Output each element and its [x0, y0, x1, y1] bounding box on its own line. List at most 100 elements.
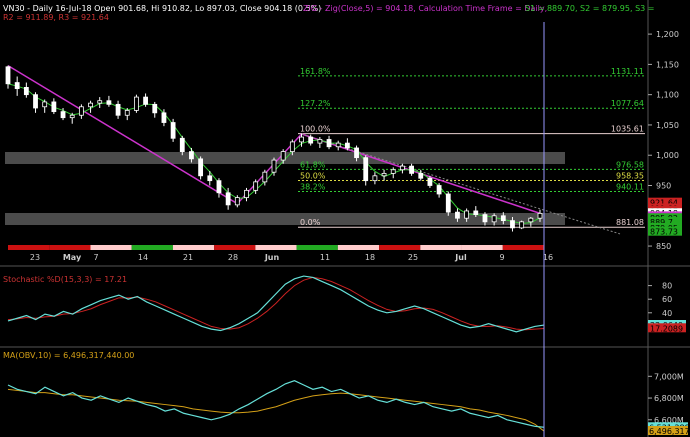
- candle-body: [216, 180, 222, 194]
- candle-body: [400, 165, 405, 171]
- candle-body: [189, 151, 194, 160]
- candle-body: [381, 172, 387, 177]
- candle-body: [354, 147, 359, 159]
- date-label: 25: [408, 253, 418, 262]
- date-strip-segment: [172, 245, 215, 250]
- header-price-info: VN30 - Daily 16-Jul-18 Open 901.68, Hi 9…: [3, 4, 321, 13]
- candle-body: [60, 111, 66, 119]
- candle-body: [23, 87, 29, 96]
- fib-pct-label: 38.2%: [300, 182, 326, 191]
- obv-title: MA(OBV,10) = 6,496,317,440.00: [3, 351, 134, 360]
- candle-body: [455, 211, 460, 219]
- header-support-info: S1 = 889.70, S2 = 879.95, S3 =: [525, 4, 654, 13]
- date-label: Jul: [454, 253, 467, 262]
- stoch-tick-label: 80: [662, 282, 672, 291]
- candle-body: [244, 189, 249, 199]
- stoch-tick-label: 60: [662, 295, 672, 304]
- candle-body: [253, 181, 259, 191]
- obv-tick-label: 6,800M: [654, 394, 684, 403]
- price-tick-label: 1,100: [656, 91, 679, 100]
- price-tick-label: 850: [656, 242, 671, 251]
- obv-label: 6,496,317: [649, 427, 690, 436]
- price-tick-label: 950: [656, 182, 671, 191]
- candle-body: [372, 175, 378, 182]
- candle-body: [161, 112, 167, 123]
- header-resistance-info: R2 = 911.89, R3 = 921.64: [3, 13, 109, 22]
- stoch-title: Stochastic %D(15,3,3) = 17.21: [3, 275, 127, 284]
- candle-body: [308, 136, 314, 144]
- candle-body: [510, 220, 515, 229]
- date-label: May: [63, 253, 82, 262]
- candle-body: [537, 212, 543, 219]
- fib-value-label: 881.08: [616, 218, 644, 227]
- price-tick-label: 1,000: [656, 151, 679, 160]
- candle-body: [97, 100, 103, 104]
- price-tick-label: 1,050: [656, 121, 679, 130]
- candle-body: [289, 141, 295, 152]
- date-strip: [8, 245, 544, 250]
- date-strip-segment: [8, 245, 50, 250]
- candle-body: [519, 221, 525, 229]
- candle-body: [207, 175, 213, 182]
- candle-body: [51, 101, 57, 113]
- date-strip-segment: [49, 245, 91, 250]
- candle-body: [418, 172, 424, 179]
- fib-value-label: 958.35: [616, 171, 644, 180]
- candle-body: [33, 94, 38, 109]
- candle-body: [445, 193, 451, 213]
- candle-body: [473, 210, 479, 215]
- candle-body: [436, 185, 442, 195]
- candle-body: [363, 157, 369, 182]
- candle-body: [179, 137, 185, 152]
- candle-body: [14, 82, 20, 90]
- candle-body: [500, 215, 506, 222]
- date-strip-segment: [296, 245, 338, 250]
- candle-body: [390, 169, 396, 174]
- date-strip-segment: [255, 245, 297, 250]
- candle-body: [69, 114, 75, 119]
- candle-body: [326, 139, 332, 148]
- date-strip-segment: [337, 245, 380, 250]
- obv-tick-label: 7,000M: [654, 372, 684, 381]
- candle-body: [528, 217, 534, 223]
- date-label: 14: [138, 253, 148, 262]
- candle-body: [170, 122, 176, 139]
- fib-value-label: 940.11: [616, 182, 644, 191]
- price-tick-label: 1,150: [656, 60, 679, 69]
- fib-value-label: 1131.11: [611, 67, 644, 76]
- date-label: 7: [93, 253, 98, 262]
- stock-chart[interactable]: VN30 - Daily 16-Jul-18 Open 901.68, Hi 9…: [0, 0, 690, 437]
- date-strip-segment: [461, 245, 503, 250]
- candle-body: [491, 215, 497, 223]
- date-label: 9: [499, 253, 504, 262]
- candle-body: [143, 96, 148, 105]
- candle-body: [317, 139, 323, 144]
- date-strip-segment: [420, 245, 462, 250]
- date-label: 23: [30, 253, 40, 262]
- stoch-label: 17.2089: [650, 324, 683, 333]
- fib-value-label: 976.58: [616, 160, 644, 169]
- candle-body: [234, 197, 240, 206]
- candle-body: [198, 158, 204, 177]
- stoch-tick-label: 40: [662, 309, 672, 318]
- candle-body: [262, 171, 268, 183]
- fib-pct-label: 0.0%: [300, 218, 321, 227]
- candle-body: [5, 66, 11, 85]
- candle-body: [427, 177, 433, 186]
- date-label: 18: [365, 253, 375, 262]
- candle-body: [280, 151, 286, 161]
- price-label: 873.73: [650, 228, 678, 237]
- date-label: 21: [183, 253, 193, 262]
- candle-body: [78, 106, 84, 116]
- fib-pct-label: 100.0%: [300, 125, 331, 134]
- date-strip-segment: [502, 245, 544, 250]
- fib-value-label: 1077.64: [611, 99, 644, 108]
- candle-body: [115, 103, 121, 116]
- fib-pct-label: 61.8%: [300, 160, 326, 169]
- fib-pct-label: 127.2%: [300, 99, 331, 108]
- price-labels: 921.64911.89908.07904.18904.18895.92889.…: [648, 197, 682, 237]
- candle-body: [152, 103, 158, 114]
- candle-body: [225, 192, 231, 206]
- candle-body: [42, 101, 48, 108]
- fib-pct-label: 161.8%: [300, 67, 331, 76]
